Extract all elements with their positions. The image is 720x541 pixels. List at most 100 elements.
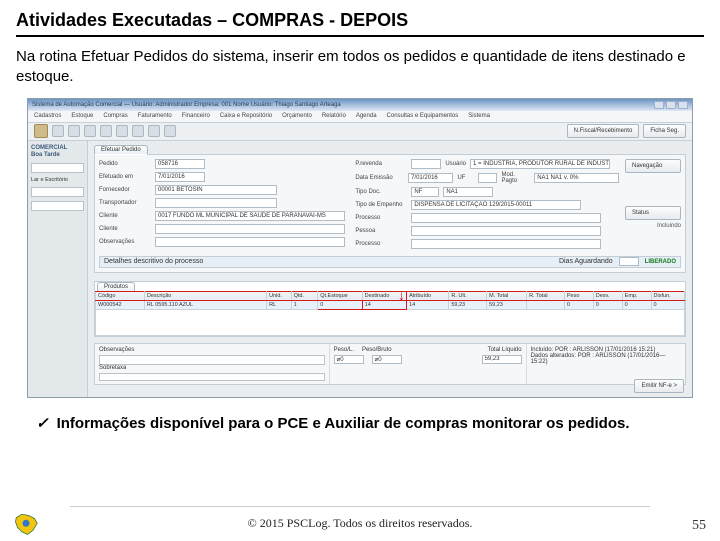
sidebar-box[interactable] — [31, 163, 84, 173]
sidebar-line: Boa Tarde — [31, 152, 60, 158]
col-emp[interactable]: Emp. — [622, 291, 651, 300]
fld-processo2[interactable] — [411, 239, 601, 249]
fld-total[interactable]: 59,23 — [482, 355, 522, 364]
sidebar-box[interactable] — [31, 187, 84, 197]
col-un[interactable]: Unid. — [267, 291, 291, 300]
fld-cliente2[interactable] — [155, 224, 345, 234]
fld-processo[interactable] — [411, 213, 601, 223]
navegacao-button[interactable]: Navegação — [625, 159, 681, 173]
window-controls — [654, 101, 688, 109]
status-liberado: LIBERADO — [645, 259, 676, 265]
tool-icon[interactable] — [68, 125, 80, 137]
tab-produtos[interactable]: Produtos — [97, 282, 135, 291]
products-grid[interactable]: Código Descrição Unid. Qtd. Qt.Estoque D… — [95, 291, 685, 336]
col-estoque[interactable]: Qt.Estoque — [318, 291, 362, 300]
lbl-observ: Observações — [99, 239, 151, 245]
col-mtot[interactable]: M. Total — [487, 291, 527, 300]
fld-efetuado[interactable]: 7/01/2016 — [155, 172, 205, 182]
menu-item[interactable]: Agenda — [356, 113, 377, 119]
cell: RL — [267, 300, 291, 309]
fld-usuario[interactable]: 1 = INDÚSTRIA, PRODUTOR RURAL DE INDUSTR… — [470, 159, 610, 169]
tool-icon[interactable] — [132, 125, 144, 137]
maximize-icon[interactable] — [666, 101, 676, 109]
fld-nat[interactable]: NA1 — [443, 187, 493, 197]
col-desv[interactable]: Desv. — [593, 291, 622, 300]
fld-pessoa[interactable] — [411, 226, 601, 236]
menu-item[interactable]: Faturamento — [138, 113, 172, 119]
fld[interactable]: ⌀0 — [372, 355, 402, 364]
lbl-pag: Mod. Pagto — [501, 172, 530, 184]
col-dest[interactable]: Destinado — [362, 291, 406, 300]
lbl-fornecedor: Fornecedor — [99, 187, 151, 193]
check-icon: ✓ — [36, 414, 49, 434]
table-row[interactable]: W000542 RL 0595.110 AZUL RL 1 0 14 14 59… — [96, 300, 685, 309]
fld[interactable]: ⌀0 — [334, 355, 364, 364]
col-atr[interactable]: Atribuído — [407, 291, 449, 300]
tool-icon[interactable] — [84, 125, 96, 137]
menu-item[interactable]: Sistema — [468, 113, 490, 119]
sidebar-box[interactable] — [31, 201, 84, 211]
fld-empenho[interactable]: DISPENSA DE LICITAÇÃO 129/2015-00011 — [411, 200, 581, 210]
col-peso[interactable]: Peso — [564, 291, 593, 300]
menu-item[interactable]: Consultas e Equipamentos — [387, 113, 459, 119]
menu-item[interactable]: Cadastros — [34, 113, 61, 119]
fld-uf[interactable] — [478, 173, 497, 183]
home-icon[interactable] — [34, 124, 48, 138]
page-number: 55 — [692, 518, 706, 534]
form-panel: Pedido 058716 Efetuado em 7/01/2016 Forn… — [94, 154, 686, 273]
fld-pedido[interactable]: 058716 — [155, 159, 205, 169]
fld-pag[interactable]: NA1 NA1 v. 0% — [534, 173, 619, 183]
col-codigo[interactable]: Código — [96, 291, 145, 300]
obs-field[interactable] — [99, 373, 325, 381]
col-desc[interactable]: Descrição — [144, 291, 266, 300]
fld-fornecedor[interactable]: 00001 BETOSIN — [155, 185, 277, 195]
menubar: Cadastros Estoque Compras Faturamento Fi… — [28, 111, 692, 123]
tool-icon[interactable] — [164, 125, 176, 137]
fld-tipo[interactable]: NF — [411, 187, 439, 197]
cell — [527, 300, 565, 309]
lbl-pessoa: Pessoa — [355, 228, 407, 234]
status-button[interactable]: Status — [625, 206, 681, 220]
obs-field[interactable] — [99, 355, 325, 365]
fld-observ[interactable] — [155, 237, 345, 247]
lbl-empenho: Tipo de Empenho — [355, 202, 407, 208]
tool-icon[interactable] — [116, 125, 128, 137]
col-rult[interactable]: R. Ult. — [449, 291, 487, 300]
col-disf[interactable]: Disfun. — [651, 291, 684, 300]
menu-item[interactable]: Caixa e Repositório — [220, 113, 272, 119]
notafiscal-button[interactable]: N.Fiscal/Recebimento — [567, 124, 640, 138]
fld-pvenda[interactable] — [411, 159, 441, 169]
toolbar: N.Fiscal/Recebimento Ficha Seg. — [28, 123, 692, 141]
tool-icon[interactable] — [100, 125, 112, 137]
menu-item[interactable]: Compras — [103, 113, 127, 119]
lbl-efetuado: Efetuado em — [99, 174, 151, 180]
cell: 1 — [291, 300, 318, 309]
menu-item[interactable]: Relatório — [322, 113, 346, 119]
tool-icon[interactable] — [148, 125, 160, 137]
sidebar-line: COMERCIAL — [31, 145, 67, 151]
cell: 0 — [564, 300, 593, 309]
menu-item[interactable]: Financeiro — [182, 113, 210, 119]
lbl-usuario: Usuário — [445, 161, 466, 167]
table-row[interactable] — [96, 309, 685, 335]
lbl-cliente: Cliente — [99, 213, 151, 219]
col-qtd[interactable]: Qtd. — [291, 291, 318, 300]
col-rtot[interactable]: R. Total — [527, 291, 565, 300]
fichaseg-button[interactable]: Ficha Seg. — [643, 124, 686, 138]
fld-transp[interactable] — [155, 198, 277, 208]
cell: 59,23 — [487, 300, 527, 309]
obs-lbl: Sobretaxa — [99, 365, 126, 371]
close-icon[interactable] — [678, 101, 688, 109]
tool-icon[interactable] — [52, 125, 64, 137]
cell: RL 0595.110 AZUL — [144, 300, 266, 309]
fld-emissao[interactable]: 7/01/2016 — [408, 173, 453, 183]
dias-field[interactable] — [619, 257, 639, 266]
fld-cliente[interactable]: 0017 FUNDO ML MUNICIPAL DE SAÚDE DE PARA… — [155, 211, 345, 221]
menu-item[interactable]: Orçamento — [282, 113, 312, 119]
emitir-nfe-button[interactable]: Emitir NF-e > — [634, 379, 684, 393]
tab-efetuar-pedido[interactable]: Efetuar Pedido — [94, 145, 148, 155]
lbl-pvenda: P.revenda — [355, 161, 407, 167]
minimize-icon[interactable] — [654, 101, 664, 109]
menu-item[interactable]: Estoque — [71, 113, 93, 119]
window-titlebar: Sistema de Automação Comercial — Usuário… — [28, 99, 692, 111]
